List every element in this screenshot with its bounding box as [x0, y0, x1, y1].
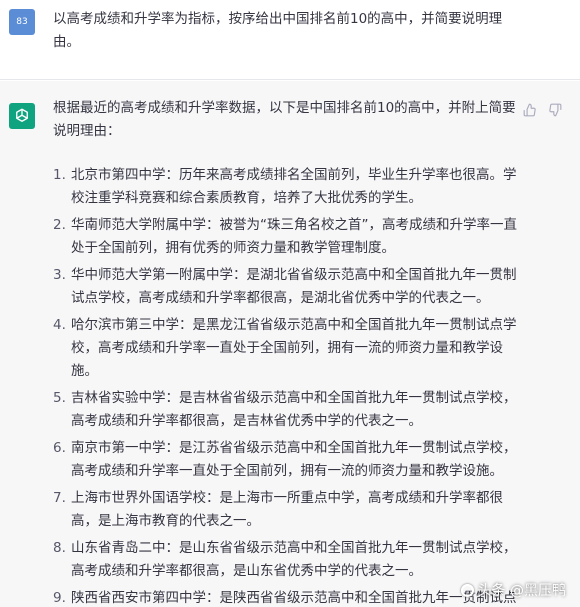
user-message-text: 以高考成绩和升学率为指标，按序给出中国排名前10的高中，并简要说明理由。: [53, 11, 503, 50]
user-message-row: 83 以高考成绩和升学率为指标，按序给出中国排名前10的高中，并简要说明理由。: [0, 0, 580, 80]
list-item: 4. 哈尔滨市第三中学：是黑龙江省省级示范高中和全国首批九年一贯制试点学校，高考成…: [53, 314, 518, 383]
watermark-text: 头条 @黑压鸭: [477, 583, 566, 599]
list-item-number: 6.: [53, 440, 66, 456]
list-item-text: 哈尔滨市第三中学：是黑龙江省省级示范高中和全国首批九年一贯制试点学校，高考成绩和…: [71, 317, 517, 379]
watermark-logo-icon: [460, 583, 474, 597]
watermark: 头条 @黑压鸭: [460, 580, 566, 600]
list-item-number: 1.: [53, 167, 66, 183]
list-item: 9. 陕西省西安市第四中学：是陕西省省级示范高中和全国首批九年一贯制试点学校，高考…: [53, 587, 518, 607]
thumbs-up-icon[interactable]: [523, 103, 537, 117]
list-item: 1. 北京市第四中学：历年来高考成绩排名全国前列，毕业生升学率也很高。学校注重学科…: [53, 164, 518, 210]
assistant-message-text: 根据最近的高考成绩和升学率数据，以下是中国排名前10的高中，并附上简要说明理由：…: [53, 97, 518, 607]
list-item-text: 陕西省西安市第四中学：是陕西省省级示范高中和全国首批九年一贯制试点学校，高考成绩…: [71, 590, 517, 606]
user-avatar: 83: [9, 9, 35, 35]
list-item: 8. 山东省青岛二中：是山东省省级示范高中和全国首批九年一贯制试点学校，高考成绩和…: [53, 537, 518, 583]
list-item: 3. 华中师范大学第一附属中学：是湖北省省级示范高中和全国首批九年一贯制试点学校，…: [53, 264, 518, 310]
list-item-number: 3.: [53, 267, 66, 283]
list-item-number: 5.: [53, 390, 66, 406]
list-item-text: 南京市第一中学：是江苏省省级示范高中和全国首批九年一贯制试点学校，高考成绩和升学…: [71, 440, 517, 479]
list-item: 5. 吉林省实验中学：是吉林省省级示范高中和全国首批九年一贯制试点学校，高考成绩和…: [53, 387, 518, 433]
list-item-text: 华中师范大学第一附属中学：是湖北省省级示范高中和全国首批九年一贯制试点学校，高考…: [71, 267, 517, 306]
list-item-text: 北京市第四中学：历年来高考成绩排名全国前列，毕业生升学率也很高。学校注重学科竞赛…: [71, 167, 517, 206]
list-item: 7. 上海市世界外国语学校：是上海市一所重点中学，高考成绩和升学率都很高，是上海市…: [53, 487, 518, 533]
list-item-text: 华南师范大学附属中学：被誉为“珠三角名校之首”，高考成绩和升学率一直处于全国前列…: [71, 217, 517, 256]
list-item: 2. 华南师范大学附属中学：被誉为“珠三角名校之首”，高考成绩和升学率一直处于全国…: [53, 214, 518, 260]
openai-logo-icon: [9, 103, 35, 129]
list-item-number: 8.: [53, 540, 66, 556]
list-item-text: 山东省青岛二中：是山东省省级示范高中和全国首批九年一贯制试点学校，高考成绩和升学…: [71, 540, 517, 579]
list-item-number: 2.: [53, 217, 66, 233]
list-item-number: 9.: [53, 590, 66, 606]
ranking-list: 1. 北京市第四中学：历年来高考成绩排名全国前列，毕业生升学率也很高。学校注重学科…: [53, 164, 518, 607]
list-item: 6. 南京市第一中学：是江苏省省级示范高中和全国首批九年一贯制试点学校，高考成绩和…: [53, 437, 518, 483]
assistant-message-row: 根据最近的高考成绩和升学率数据，以下是中国排名前10的高中，并附上简要说明理由：…: [0, 81, 580, 607]
list-item-text: 上海市世界外国语学校：是上海市一所重点中学，高考成绩和升学率都很高，是上海市教育…: [71, 490, 503, 529]
list-item-number: 7.: [53, 490, 66, 506]
list-item-number: 4.: [53, 317, 66, 333]
feedback-buttons: [523, 103, 562, 117]
thumbs-down-icon[interactable]: [548, 103, 562, 117]
list-item-text: 吉林省实验中学：是吉林省省级示范高中和全国首批九年一贯制试点学校，高考成绩和升学…: [71, 390, 517, 429]
assistant-intro: 根据最近的高考成绩和升学率数据，以下是中国排名前10的高中，并附上简要说明理由：: [53, 100, 516, 139]
